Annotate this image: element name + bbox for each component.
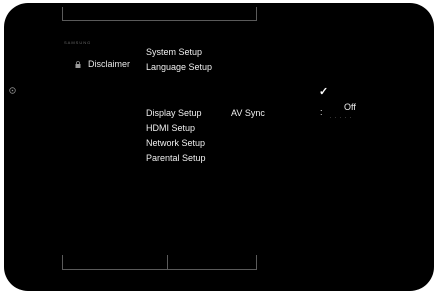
disc-icon (9, 87, 16, 94)
setup-menu-bottom: Display Setup HDMI Setup Network Setup P… (146, 106, 206, 166)
menu-item-system-setup[interactable]: System Setup (146, 45, 212, 60)
value-separator: : (320, 107, 323, 117)
disclaimer-item[interactable]: Disclaimer (75, 59, 130, 69)
tv-screen: SAMSUNG Disclaimer System Setup Language… (4, 3, 434, 291)
menu-item-hdmi-setup[interactable]: HDMI Setup (146, 121, 206, 136)
menu-item-parental-setup[interactable]: Parental Setup (146, 151, 206, 166)
menu-item-network-setup[interactable]: Network Setup (146, 136, 206, 151)
frame-line (62, 269, 167, 270)
frame-line (62, 20, 257, 21)
disclaimer-label: Disclaimer (88, 59, 131, 69)
menu-item-display-setup[interactable]: Display Setup (146, 106, 206, 121)
frame-line (167, 255, 168, 270)
check-icon: ✓ (319, 86, 329, 98)
value-dots: ..... (329, 114, 355, 120)
frame-line (256, 255, 257, 270)
menu-item-language-setup[interactable]: Language Setup (146, 60, 212, 75)
brand-logo: SAMSUNG (64, 40, 92, 45)
av-sync-value[interactable]: Off (344, 102, 356, 112)
frame-line (167, 269, 257, 270)
av-sync-label[interactable]: AV Sync (231, 106, 265, 121)
frame-line (256, 7, 257, 21)
setup-menu-top: System Setup Language Setup (146, 45, 212, 75)
frame-line (62, 255, 63, 270)
frame-line (62, 7, 63, 21)
lock-icon (75, 60, 81, 68)
